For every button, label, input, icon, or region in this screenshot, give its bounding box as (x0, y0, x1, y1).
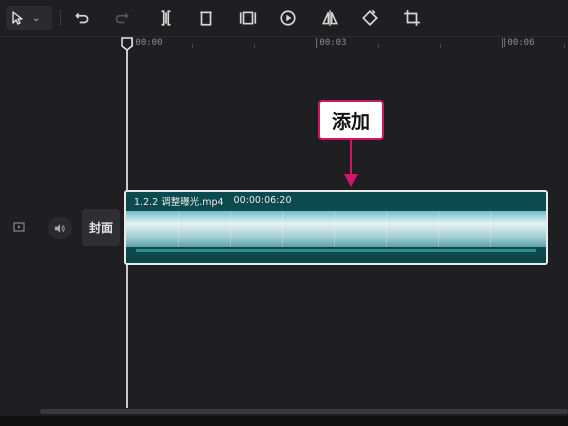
delete-button[interactable] (194, 6, 218, 30)
select-tool-dropdown[interactable]: ⌄ (6, 6, 52, 30)
thumbnail-separator (386, 211, 387, 247)
freeze-frame-icon (239, 11, 257, 25)
ruler-label-6: |00:06 (502, 38, 535, 48)
ruler-label-3: |00:03 (314, 38, 347, 48)
undo-button[interactable] (70, 6, 94, 30)
annotation-callout: 添加 (318, 100, 384, 140)
playhead-handle-icon[interactable] (121, 37, 133, 51)
thumbnail-separator (282, 211, 283, 247)
thumbnail-separator (334, 211, 335, 247)
ruler-tick (316, 38, 317, 48)
ruler-tick (378, 44, 379, 48)
select-icon (10, 10, 26, 26)
ruler-tick (254, 44, 255, 48)
clip-thumbnails (126, 211, 546, 247)
delete-icon (200, 11, 212, 26)
thumbnail-separator (490, 211, 491, 247)
redo-icon (115, 12, 129, 24)
clip-duration: 00:00:06:20 (233, 195, 292, 206)
cover-button[interactable]: 封面 (82, 209, 120, 246)
clip-filename: 1.2.2 调整曝光.mp4 (134, 196, 224, 208)
timeline-ruler[interactable]: |00:00 |00:03 |00:06 (130, 36, 568, 52)
crop-button[interactable] (400, 6, 424, 30)
thumbnail-separator (438, 211, 439, 247)
annotation-arrow (350, 140, 352, 178)
mirror-icon (322, 10, 338, 26)
ruler-tick (192, 44, 193, 48)
rotate-button[interactable] (358, 6, 382, 30)
thumbnail-separator (178, 211, 179, 247)
annotation-arrow-head (344, 174, 358, 187)
split-icon (161, 10, 171, 26)
freeze-frame-button[interactable] (236, 6, 260, 30)
window-bottom-edge (0, 416, 568, 426)
editor-window: ⌄ |00:00 |00:03 |00:06 封面 1.2.2 调整曝光.mp4… (0, 0, 568, 426)
video-clip[interactable]: 1.2.2 调整曝光.mp4 00:00:06:20 (124, 190, 548, 265)
play-icon (280, 10, 296, 26)
crop-icon (404, 10, 420, 26)
horizontal-scrollbar[interactable] (40, 409, 568, 414)
play-button[interactable] (276, 6, 300, 30)
thumbnail-separator (230, 211, 231, 247)
track-mute-button[interactable] (48, 217, 72, 239)
mirror-button[interactable] (318, 6, 342, 30)
split-button[interactable] (154, 6, 178, 30)
toolbar: ⌄ (0, 0, 568, 37)
waveform-line (136, 249, 536, 252)
clip-footer (126, 255, 546, 263)
ruler-label-0: |00:00 (130, 38, 163, 48)
rotate-icon (362, 9, 378, 26)
undo-icon (75, 12, 89, 24)
track-visibility-icon[interactable] (12, 220, 26, 234)
audio-waveform (126, 247, 546, 255)
clip-header: 1.2.2 调整曝光.mp4 00:00:06:20 (126, 192, 546, 209)
ruler-tick (440, 44, 441, 48)
chevron-down-icon: ⌄ (32, 12, 41, 24)
ruler-tick (564, 44, 565, 48)
redo-button[interactable] (110, 6, 134, 30)
speaker-icon (54, 223, 65, 233)
ruler-tick (502, 38, 503, 48)
toolbar-divider (60, 10, 61, 26)
